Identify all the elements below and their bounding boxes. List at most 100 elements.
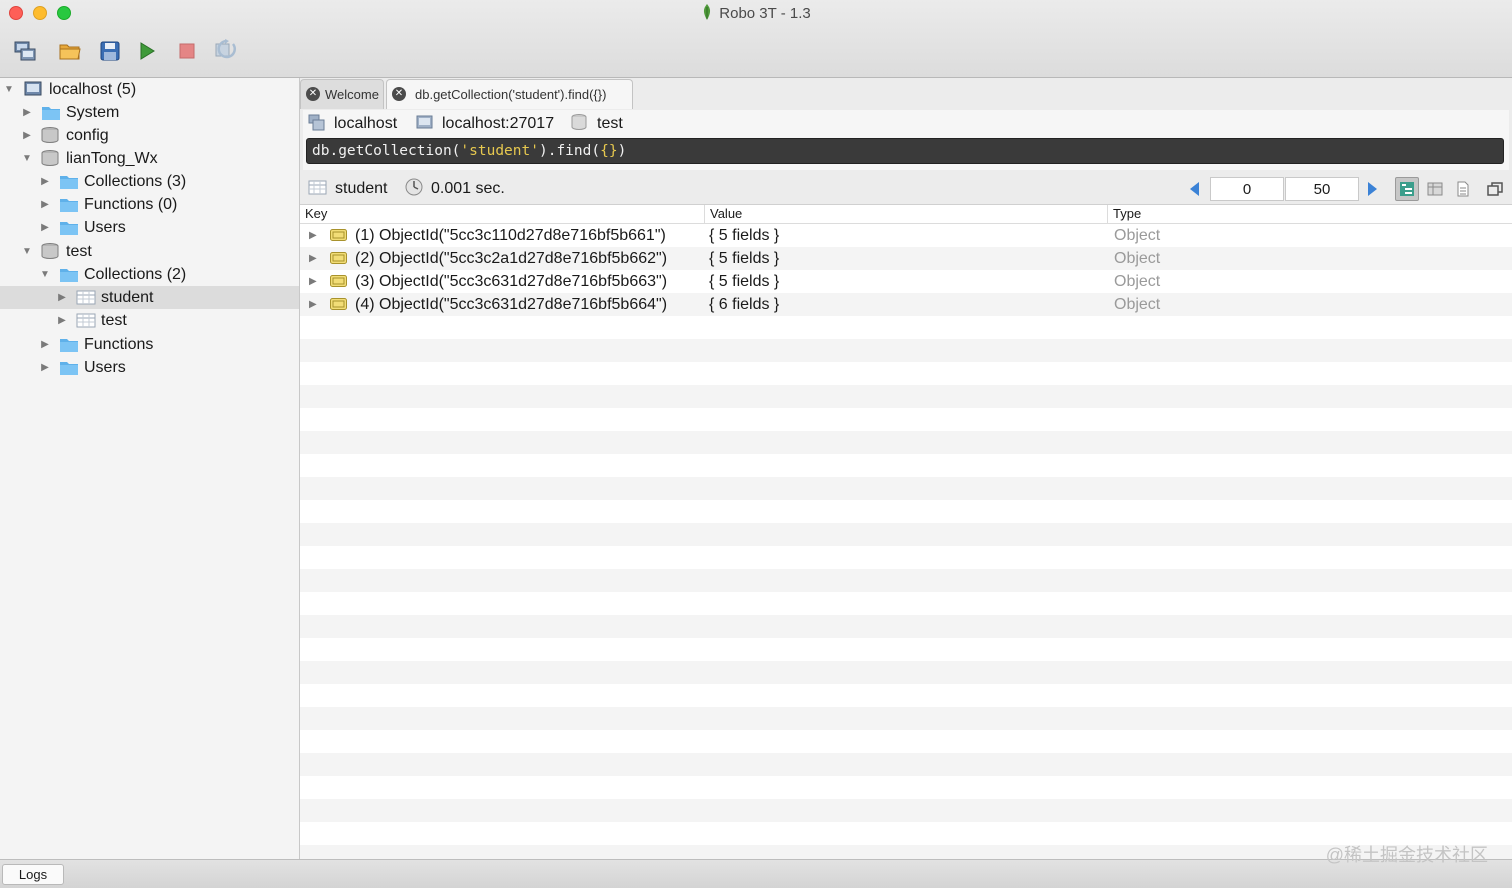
row-type: Object: [1114, 273, 1161, 290]
tree-label: lianTong_Wx: [66, 150, 158, 167]
next-page-icon[interactable]: [1368, 182, 1377, 196]
collapse-arrow-icon[interactable]: ▶: [22, 124, 32, 147]
table-row[interactable]: ▶ (4) ObjectId("5cc3c631d27d8e716bf5b664…: [300, 293, 1512, 316]
expand-arrow-icon[interactable]: ▼: [40, 263, 50, 286]
tree-item-functions[interactable]: ▶ Functions: [0, 333, 299, 356]
collapse-arrow-icon[interactable]: ▶: [40, 333, 50, 356]
title-bar: Robo 3T - 1.3: [0, 0, 1512, 78]
column-header-key[interactable]: Key: [300, 205, 705, 223]
tab-query[interactable]: ✕ db.getCollection('student').find({}): [386, 79, 633, 109]
query-string: 'student': [460, 143, 539, 159]
clock-icon: [405, 178, 423, 196]
table-row[interactable]: ▶ (3) ObjectId("5cc3c631d27d8e716bf5b663…: [300, 270, 1512, 293]
collapse-arrow-icon[interactable]: ▶: [40, 356, 50, 379]
collection-icon: [308, 180, 327, 195]
close-tab-icon[interactable]: ✕: [392, 87, 406, 101]
row-key: (3) ObjectId("5cc3c631d27d8e716bf5b663"): [355, 273, 668, 290]
collapse-arrow-icon[interactable]: ▶: [40, 170, 50, 193]
tree-item-liantong-wx[interactable]: ▼ lianTong_Wx: [0, 147, 299, 170]
tree-label: test: [66, 243, 92, 260]
connect-icon: [14, 41, 36, 61]
row-value: { 5 fields }: [709, 273, 780, 290]
expand-arrow-icon[interactable]: ▶: [309, 270, 317, 293]
result-collection-name: student: [335, 180, 388, 197]
tree-item-localhost[interactable]: ▼ localhost (5): [0, 78, 299, 101]
maximize-icon: [1487, 182, 1503, 196]
table-row[interactable]: ▶ (1) ObjectId("5cc3c110d27d8e716bf5b661…: [300, 224, 1512, 247]
play-icon: [140, 42, 155, 60]
expand-arrow-icon[interactable]: ▼: [22, 147, 32, 170]
close-tab-icon[interactable]: ✕: [306, 87, 320, 101]
objectid-icon: [330, 275, 347, 287]
save-icon: [100, 41, 120, 61]
expand-arrow-icon[interactable]: ▼: [22, 240, 32, 263]
tree-item-test-db[interactable]: ▼ test: [0, 240, 299, 263]
tree-item-test-collection[interactable]: ▶ test: [0, 309, 299, 332]
objectid-icon: [330, 252, 347, 264]
table-view-button[interactable]: [1423, 177, 1447, 201]
row-key: (1) ObjectId("5cc3c110d27d8e716bf5b661"): [355, 227, 666, 244]
open-folder-icon: [59, 44, 81, 60]
limit-input[interactable]: 50: [1285, 177, 1359, 201]
tree-label: Functions: [84, 336, 154, 353]
expand-arrow-icon[interactable]: ▶: [309, 293, 317, 316]
connection-host: localhost: [308, 113, 397, 135]
tree-item-student[interactable]: ▶ student: [0, 286, 299, 309]
query-editor[interactable]: db.getCollection('student').find({}): [306, 138, 1504, 164]
stop-button[interactable]: [173, 37, 201, 65]
database-icon: [41, 127, 59, 143]
refresh-button[interactable]: [212, 37, 240, 65]
tree-label: Users: [84, 359, 126, 376]
column-header-type[interactable]: Type: [1108, 205, 1512, 223]
tree-item-collections[interactable]: ▶ Collections (3): [0, 170, 299, 193]
collapse-arrow-icon[interactable]: ▶: [57, 309, 67, 332]
save-button[interactable]: [96, 37, 124, 65]
tree-label: student: [101, 289, 154, 306]
connect-button[interactable]: [11, 37, 39, 65]
server-icon: [416, 115, 433, 129]
server-icon: [24, 81, 42, 96]
mongo-leaf-icon: [704, 4, 711, 20]
row-type: Object: [1114, 250, 1161, 267]
connection-icon: [308, 114, 325, 131]
tree-item-users[interactable]: ▶ Users: [0, 216, 299, 239]
row-value: { 5 fields }: [709, 227, 780, 244]
text-view-button[interactable]: [1451, 177, 1475, 201]
objectid-icon: [330, 298, 347, 310]
column-header-value[interactable]: Value: [705, 205, 1108, 223]
collapse-arrow-icon[interactable]: ▶: [40, 216, 50, 239]
tree-item-functions[interactable]: ▶ Functions (0): [0, 193, 299, 216]
tree-item-collections[interactable]: ▼ Collections (2): [0, 263, 299, 286]
window-title: Robo 3T - 1.3: [719, 5, 811, 22]
database-label: test: [597, 115, 623, 132]
open-button[interactable]: [56, 37, 84, 65]
logs-button[interactable]: Logs: [2, 864, 64, 885]
tree-view-button[interactable]: [1395, 177, 1419, 201]
tree-item-config[interactable]: ▶ config: [0, 124, 299, 147]
window-title-wrap: Robo 3T - 1.3: [0, 4, 1512, 22]
query-panel: localhost localhost:27017 test db.getCol…: [303, 110, 1509, 170]
skip-input[interactable]: 0: [1210, 177, 1284, 201]
execute-button[interactable]: [133, 37, 161, 65]
row-key: (2) ObjectId("5cc3c2a1d27d8e716bf5b662"): [355, 250, 668, 267]
connection-database: test: [571, 113, 623, 135]
collapse-arrow-icon[interactable]: ▶: [40, 193, 50, 216]
expand-arrow-icon[interactable]: ▶: [309, 224, 317, 247]
tab-welcome[interactable]: ✕ Welcome: [300, 79, 384, 109]
text-view-icon: [1457, 181, 1469, 197]
row-type: Object: [1114, 296, 1161, 313]
tree-label: Collections (2): [84, 266, 187, 283]
collapse-arrow-icon[interactable]: ▶: [22, 101, 32, 124]
tree-item-system[interactable]: ▶ System: [0, 101, 299, 124]
row-key: (4) ObjectId("5cc3c631d27d8e716bf5b664"): [355, 296, 668, 313]
query-braces: {}: [600, 143, 618, 159]
maximize-button[interactable]: [1483, 177, 1507, 201]
expand-arrow-icon[interactable]: ▶: [309, 247, 317, 270]
tree-item-users[interactable]: ▶ Users: [0, 356, 299, 379]
previous-page-icon[interactable]: [1190, 182, 1199, 196]
table-row[interactable]: ▶ (2) ObjectId("5cc3c2a1d27d8e716bf5b662…: [300, 247, 1512, 270]
collapse-arrow-icon[interactable]: ▶: [57, 286, 67, 309]
result-collection: student: [308, 178, 387, 200]
objectid-icon: [330, 229, 347, 241]
expand-arrow-icon[interactable]: ▼: [4, 78, 14, 101]
